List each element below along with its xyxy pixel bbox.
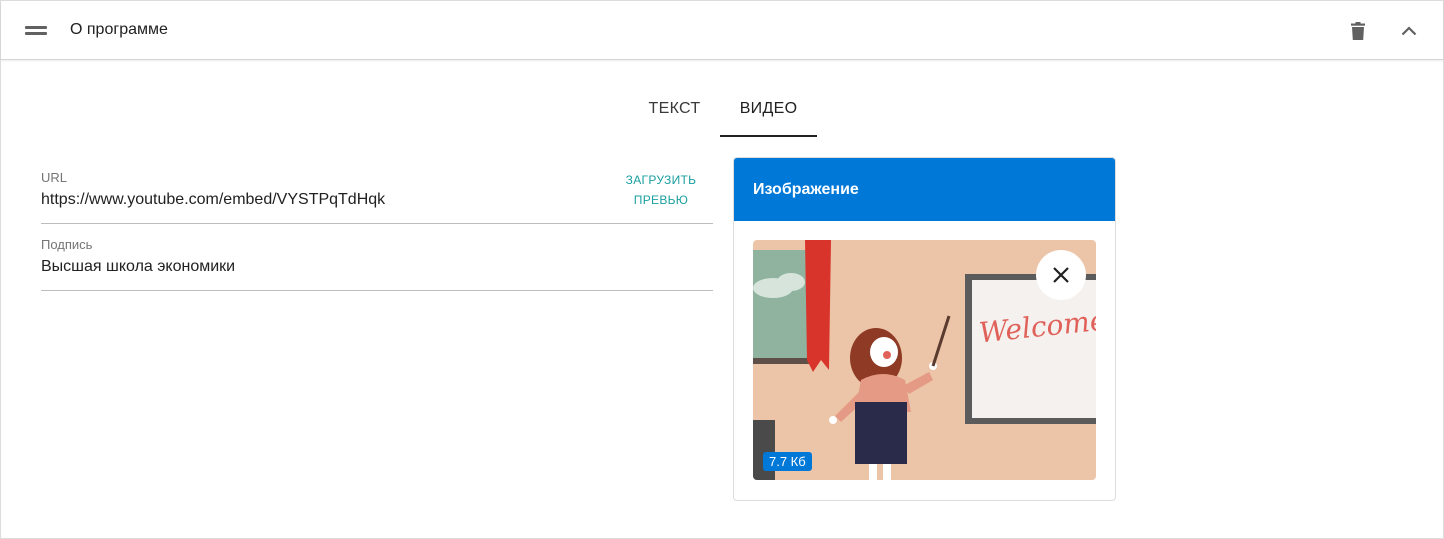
tab-video[interactable]: ВИДЕО	[720, 87, 817, 137]
url-input[interactable]: https://www.youtube.com/embed/VYSTPqTdHq…	[41, 191, 385, 209]
load-preview-button[interactable]: ЗАГРУЗИТЬ ПРЕВЬЮ	[613, 170, 709, 210]
panel-header: О программе	[1, 1, 1443, 60]
image-card-header: Изображение	[734, 158, 1115, 221]
file-size-badge: 7.7 Кб	[763, 452, 812, 471]
delete-button[interactable]	[1343, 16, 1373, 46]
caption-field[interactable]: Подпись Высшая школа экономики	[41, 234, 713, 291]
caption-input[interactable]: Высшая школа экономики	[41, 258, 235, 276]
load-preview-label-line-2: ПРЕВЬЮ	[633, 193, 689, 207]
load-preview-label-line-1: ЗАГРУЗИТЬ	[625, 173, 697, 187]
drag-handle-icon[interactable]	[25, 23, 47, 37]
chevron-up-icon	[1401, 26, 1417, 36]
image-card: Изображение Welcome 7.7 Кб	[733, 157, 1116, 501]
preview-image: Welcome 7.7 Кб	[753, 240, 1096, 480]
collapse-button[interactable]	[1394, 16, 1424, 46]
caption-label: Подпись	[41, 237, 93, 252]
section-panel: О программе ТЕКСТ ВИДЕО URL https://www.…	[0, 0, 1444, 539]
close-icon	[1053, 267, 1069, 283]
url-label: URL	[41, 170, 68, 185]
remove-image-button[interactable]	[1036, 250, 1086, 300]
image-card-title: Изображение	[753, 181, 859, 198]
panel-title: О программе	[70, 21, 168, 38]
tab-text[interactable]: ТЕКСТ	[629, 87, 720, 137]
trash-icon	[1351, 22, 1365, 40]
